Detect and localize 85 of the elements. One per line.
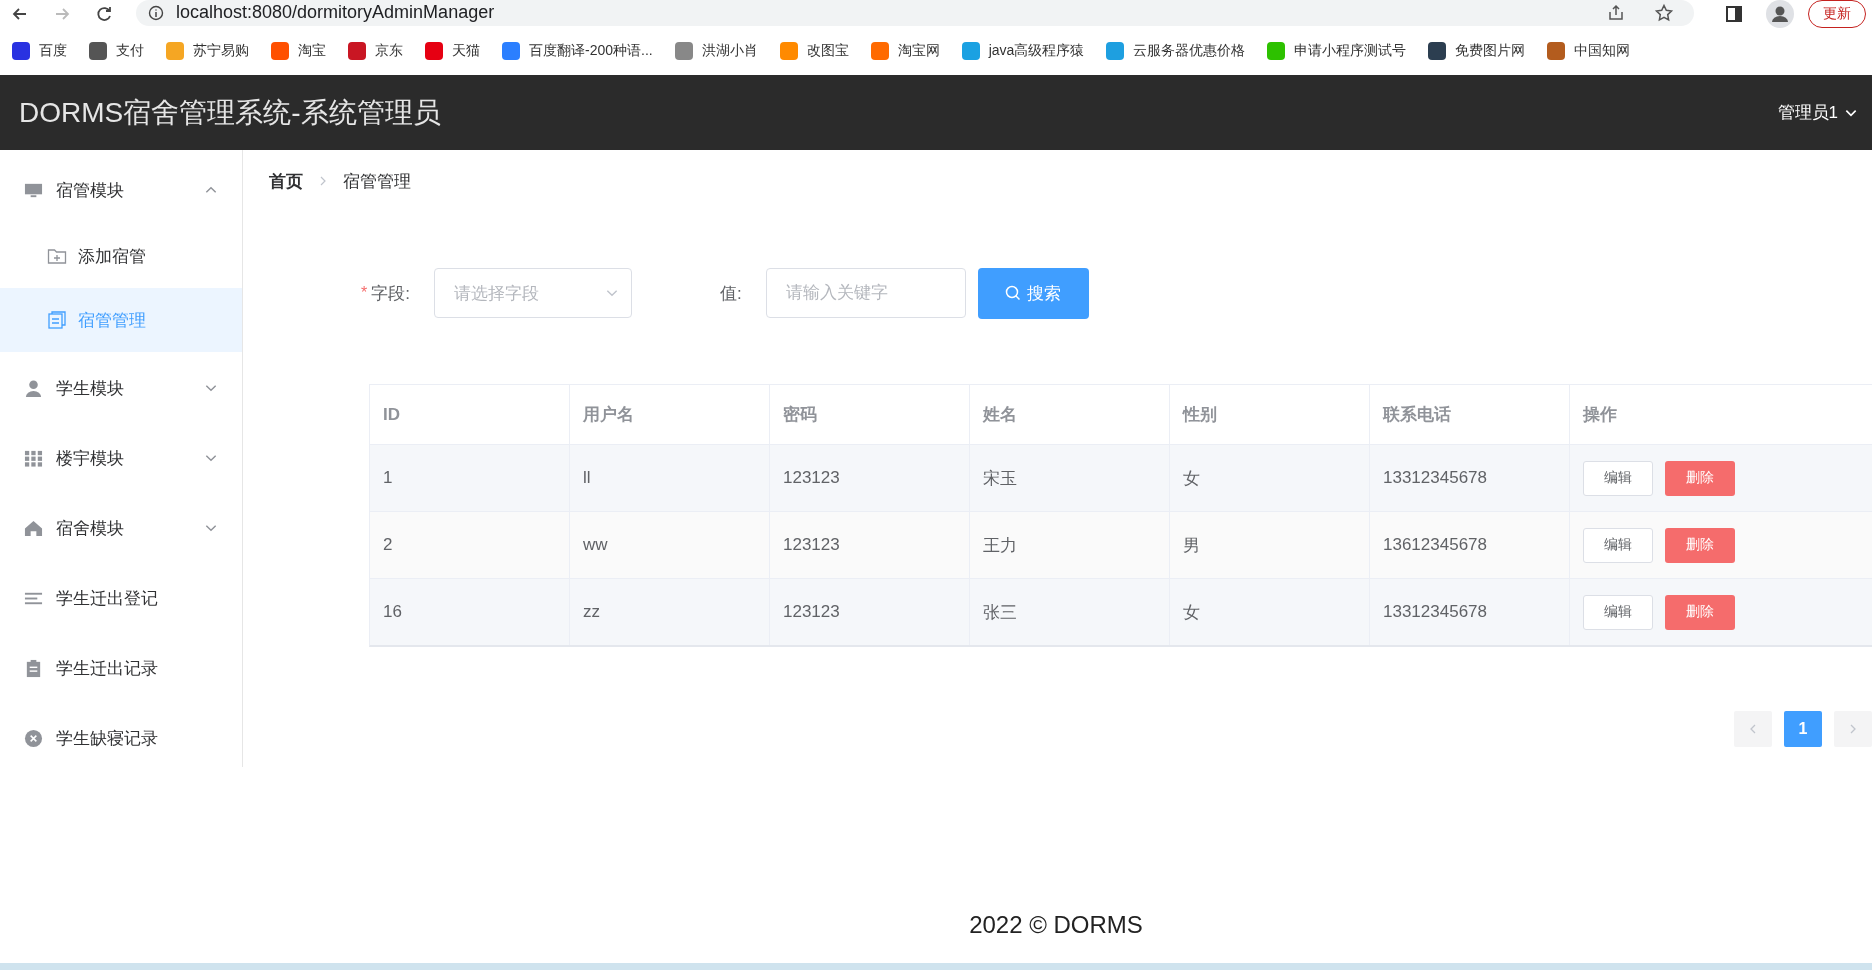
menu-item[interactable]: 宿管模块 [0,156,242,224]
bookmark-link[interactable]: 淘宝 [271,42,326,60]
url-text: localhost:8080/dormitoryAdminManager [176,2,495,23]
breadcrumb-link[interactable]: 首页 [269,169,303,193]
table-cell: 2 [370,512,570,578]
menu-item[interactable]: 学生模块 [0,354,242,422]
bookmark-link[interactable]: 苏宁易购 [166,42,249,60]
table-cell: 16 [370,579,570,645]
share-icon[interactable] [1606,2,1626,23]
table-cell: 1 [370,445,570,511]
table-cell: 王力 [970,512,1170,578]
table-cell: 宋玉 [970,445,1170,511]
table-cell: 男 [1170,512,1370,578]
menu-label: 宿管模块 [56,179,125,202]
table-cell: 女 [1170,579,1370,645]
table-cell: 13312345678 [1370,445,1570,511]
bookmark-link[interactable]: 中国知网 [1547,42,1631,60]
edit-button[interactable]: 编辑 [1583,460,1653,496]
folder-plus-icon [47,246,67,266]
menu-item[interactable]: 学生迁出记录 [0,634,242,702]
search-icon [1005,285,1022,301]
profile-icon[interactable] [1766,0,1794,28]
bookmark-link[interactable]: 天猫 [425,42,480,60]
bookmark-link[interactable]: 免费图片网 [1428,42,1526,60]
table-cell: ll [570,445,770,511]
value-label: 值: [719,282,742,305]
close-circle-icon [24,728,43,748]
bookmark-link[interactable]: 淘宝网 [870,42,940,60]
column-header: ID [370,385,570,444]
bookmark-link[interactable]: 洪湖小肖 [674,42,758,60]
submenu-item[interactable]: 添加宿管 [0,224,242,288]
bookmark-link[interactable]: 京东 [348,42,403,60]
column-header: 操作 [1581,404,1618,426]
keyword-input[interactable]: 请输入关键字 [765,268,966,318]
table-cell: 123123 [770,445,970,511]
table-cell: zz [570,579,770,645]
bookmark-link[interactable]: 百度翻译-200种语... [502,42,653,60]
required-asterisk: * [361,284,368,302]
app-title: DORMS宿舍管理系统-系统管理员 [19,95,441,130]
info-icon [148,4,164,21]
menu-item[interactable]: 楼宇模块 [0,424,242,492]
submenu-label: 添加宿管 [78,245,146,268]
house-icon [24,518,43,538]
menu-item[interactable]: 学生缺寝记录 [0,704,242,772]
footer-text: 2022 © DORMS [969,911,1143,939]
user-icon [24,378,43,398]
submenu-label: 宿管管理 [78,309,146,332]
document-icon [47,310,67,330]
clipboard-icon [24,658,43,678]
column-header: 密码 [770,385,970,444]
menu-item[interactable]: 学生迁出登记 [0,564,242,632]
grid-icon [24,448,43,468]
table-cell: 123123 [770,512,970,578]
menu-label: 学生迁出登记 [56,587,159,610]
column-header: 姓名 [970,385,1170,444]
menu-label: 楼宇模块 [56,447,125,470]
bookmark-link[interactable]: 云服务器优惠价格 [1106,42,1246,60]
menu-label: 学生缺寝记录 [56,727,159,750]
menu-label: 学生迁出记录 [56,657,159,680]
bookmark-link[interactable]: 申请小程序测试号 [1267,42,1407,60]
table-cell: 123123 [770,579,970,645]
column-header: 性别 [1170,385,1370,444]
update-button[interactable]: 更新 [1808,0,1866,28]
table-cell: 女 [1170,445,1370,511]
side-panel-icon[interactable] [1724,3,1744,24]
field-label: 字段: [371,282,410,305]
table-cell: 13612345678 [1370,512,1570,578]
table-cell: 13312345678 [1370,579,1570,645]
address-bar[interactable]: localhost:8080/dormitoryAdminManager [136,0,1694,26]
table-cell: 张三 [970,579,1170,645]
bookmark-link[interactable]: java高级程序猿 [961,42,1085,60]
edit-button[interactable]: 编辑 [1583,594,1653,630]
star-icon[interactable] [1654,2,1674,23]
table-cell: ww [570,512,770,578]
bookmark-link[interactable]: 支付 [89,42,144,60]
column-header: 用户名 [570,385,770,444]
menu-item[interactable]: 宿舍模块 [0,494,242,562]
menu-label: 宿舍模块 [56,517,125,540]
breadcrumb-current: 宿管管理 [343,170,411,193]
edit-button[interactable]: 编辑 [1583,527,1653,563]
bookmark-link[interactable]: 百度 [12,42,67,60]
menu-label: 学生模块 [56,377,125,400]
bookmark-link[interactable]: 改图宝 [779,42,849,60]
column-header: 联系电话 [1370,385,1570,444]
user-menu[interactable]: 管理员1 [1777,101,1858,124]
